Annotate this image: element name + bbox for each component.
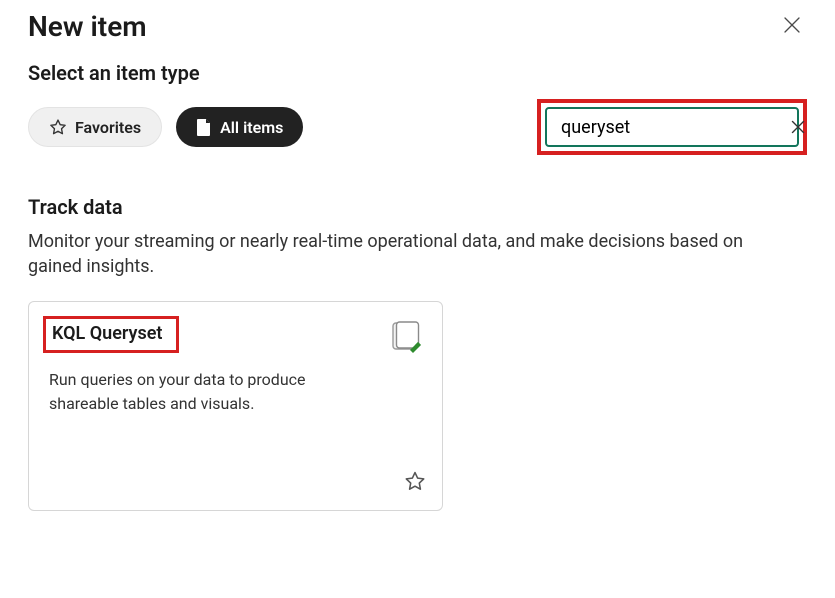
card-description: Run queries on your data to produce shar…	[49, 368, 349, 414]
file-icon	[196, 118, 212, 136]
star-icon	[49, 118, 67, 136]
favorites-filter-label: Favorites	[75, 118, 141, 137]
close-icon	[783, 16, 801, 34]
section-track-data-description: Monitor your streaming or nearly real-ti…	[28, 229, 788, 279]
card-title-highlight: KQL Queryset	[43, 316, 179, 353]
all-items-filter-label: All items	[220, 118, 283, 137]
all-items-filter-button[interactable]: All items	[176, 107, 303, 147]
item-card-kql-queryset[interactable]: KQL Queryset Run queries on your data to…	[28, 301, 443, 511]
queryset-icon	[388, 320, 422, 354]
search-input[interactable]	[559, 116, 791, 139]
page-title: New item	[28, 10, 147, 43]
star-icon	[404, 470, 426, 492]
close-icon	[791, 120, 805, 134]
close-button[interactable]	[777, 10, 807, 43]
card-title: KQL Queryset	[52, 323, 162, 344]
card-favorite-button[interactable]	[404, 470, 426, 496]
search-box[interactable]	[545, 107, 799, 147]
search-clear-button[interactable]	[791, 115, 805, 139]
section-select-type: Select an item type	[28, 61, 807, 85]
search-highlight	[537, 99, 807, 155]
favorites-filter-button[interactable]: Favorites	[28, 107, 162, 147]
section-track-data-title: Track data	[28, 195, 807, 219]
